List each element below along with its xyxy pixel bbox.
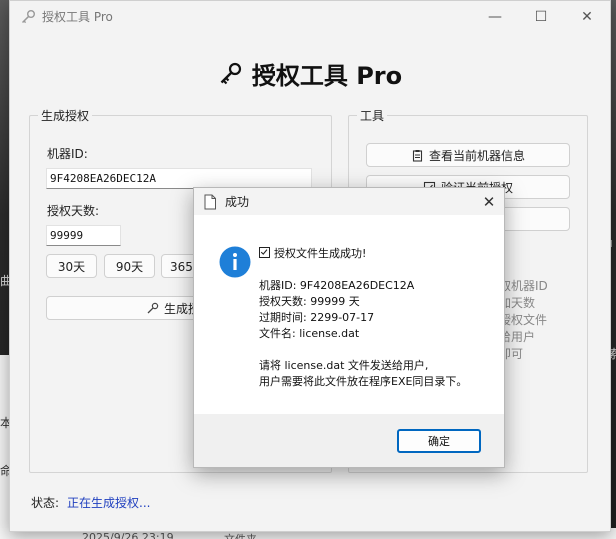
- document-icon: [204, 194, 216, 209]
- maximize-button[interactable]: ☐: [518, 1, 564, 32]
- note-line-1: 请将 license.dat 文件发送给用户,: [259, 359, 429, 372]
- clipboard-icon: [412, 149, 423, 162]
- days-label: 授权天数:: [47, 204, 100, 218]
- close-button[interactable]: ✕: [564, 1, 610, 32]
- preset-30-button[interactable]: 30天: [46, 254, 97, 278]
- days-field[interactable]: 99999: [46, 225, 121, 246]
- success-dialog: 成功 ✕ 授权文件生成成功! 机器ID: 9F4208EA26DEC12A 授权…: [193, 187, 505, 468]
- machine-id-field[interactable]: 9F4208EA26DEC12A: [46, 168, 312, 189]
- expire-line: 过期时间: 2299-07-17: [259, 311, 375, 324]
- dialog-close-button[interactable]: ✕: [474, 188, 504, 215]
- view-machine-info-label: 查看当前机器信息: [428, 148, 525, 163]
- dialog-headline: 授权文件生成成功!: [274, 247, 367, 260]
- app-title: 授权工具 Pro: [251, 62, 403, 90]
- background-type: 文件夹: [224, 531, 257, 539]
- view-machine-info-button[interactable]: 查看当前机器信息: [366, 143, 570, 167]
- help-text-line: 取机器ID: [499, 279, 548, 293]
- filename-line: 文件名: license.dat: [259, 327, 360, 340]
- app-heading: 授权工具 Pro: [10, 56, 610, 91]
- note-line-2: 用户需要将此文件放在程序EXE同目录下。: [259, 375, 468, 388]
- minimize-button[interactable]: —: [472, 1, 518, 32]
- checkbox-icon: [259, 247, 270, 258]
- preset-90-button[interactable]: 90天: [104, 254, 155, 278]
- background-date: 2025/9/26 23:19: [82, 531, 174, 539]
- machine-id-line: 机器ID: 9F4208EA26DEC12A: [259, 279, 415, 292]
- dialog-footer: 确定: [194, 414, 504, 467]
- help-text-line: 授权文件: [499, 313, 548, 327]
- info-icon: [219, 246, 251, 278]
- ok-button[interactable]: 确定: [397, 429, 481, 453]
- headline-row: 授权文件生成成功!: [259, 246, 467, 262]
- dialog-title-bar[interactable]: 成功: [194, 188, 504, 215]
- status-value: 正在生成授权...: [67, 496, 151, 510]
- key-icon: [21, 9, 35, 23]
- tools-group-label: 工具: [357, 107, 388, 124]
- dialog-message: 授权文件生成成功! 机器ID: 9F4208EA26DEC12A 授权天数: 9…: [259, 246, 467, 390]
- days-line: 授权天数: 99999 天: [259, 295, 360, 308]
- generate-group-label: 生成授权: [38, 107, 93, 124]
- dialog-title: 成功: [225, 195, 250, 209]
- key-icon: [147, 302, 159, 313]
- machine-id-label: 机器ID:: [47, 147, 88, 161]
- window-controls: — ☐ ✕: [472, 1, 610, 32]
- status-label: 状态:: [31, 496, 60, 510]
- window-title: 授权工具 Pro: [42, 10, 113, 24]
- key-icon: [220, 62, 241, 84]
